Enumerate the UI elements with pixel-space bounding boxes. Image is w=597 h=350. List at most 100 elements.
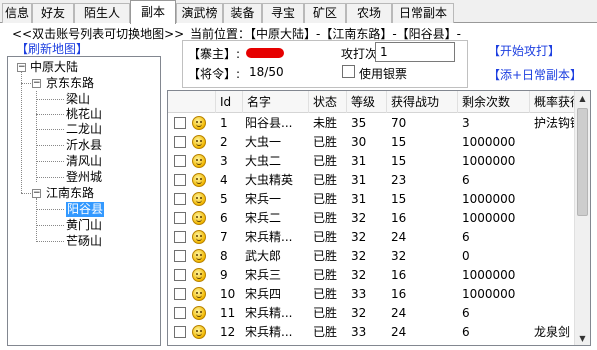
tree-line <box>36 177 64 178</box>
row-checkbox[interactable] <box>174 231 186 243</box>
scroll-thumb[interactable] <box>577 108 588 216</box>
tree-node-map[interactable]: 黄门山 <box>66 218 102 233</box>
col-status[interactable]: 状态 <box>309 91 347 113</box>
scroll-down-icon[interactable]: ▼ <box>575 331 590 345</box>
enemy-table[interactable]: Id 名字 状态 等级 获得战功 剩余次数 概率获得 1阳谷县...未胜3570… <box>167 90 591 346</box>
table-header: Id 名字 状态 等级 获得战功 剩余次数 概率获得 <box>168 91 576 113</box>
cell-status: 已胜 <box>313 211 338 225</box>
table-scrollbar[interactable]: ▲ ▼ <box>574 91 590 345</box>
use-silver-label[interactable]: 使用银票 <box>359 65 407 82</box>
col-id[interactable]: Id <box>216 91 243 113</box>
col-remain[interactable]: 剩余次数 <box>458 91 530 113</box>
add-daily-dungeon-button[interactable]: 【添+日常副本】 <box>488 66 582 83</box>
tab-equipment[interactable]: 装备 <box>223 3 262 23</box>
tree-node-map[interactable]: 芒砀山 <box>66 234 102 249</box>
scroll-up-icon[interactable]: ▲ <box>575 91 590 107</box>
table-row[interactable]: 12 宋兵精... 已胜 33 24 6 龙泉剑 <box>168 323 576 341</box>
tree-node-group[interactable]: 江南东路 <box>46 186 94 201</box>
tab-mine[interactable]: 矿区 <box>304 3 346 23</box>
owner-name-redacted <box>246 48 284 58</box>
tab-arena[interactable]: 演武榜 <box>176 3 223 23</box>
cell-status: 未胜 <box>313 116 338 130</box>
tree-line <box>36 129 64 130</box>
cell-merit: 16 <box>391 211 407 225</box>
row-checkbox[interactable] <box>174 307 186 319</box>
cell-drop <box>534 171 576 189</box>
tab-daily-dungeon[interactable]: 日常副本 <box>392 3 454 23</box>
cell-drop: 护法钩镰 <box>534 116 576 130</box>
cell-remain: 1000000 <box>462 211 516 225</box>
col-drop[interactable]: 概率获得 <box>530 91 576 113</box>
cell-name: 武大郎 <box>245 249 282 263</box>
col-merit[interactable]: 获得战功 <box>387 91 458 113</box>
cell-id: 7 <box>220 230 228 244</box>
cell-remain: 1000000 <box>462 135 516 149</box>
cell-name: 宋兵四 <box>245 287 282 301</box>
use-silver-checkbox[interactable] <box>342 65 355 78</box>
tab-farm[interactable]: 农场 <box>346 3 392 23</box>
col-level[interactable]: 等级 <box>347 91 387 113</box>
table-row[interactable]: 11 宋兵精... 已胜 32 24 6 <box>168 304 576 322</box>
cell-id: 9 <box>220 268 228 282</box>
tree-node-group[interactable]: 京东东路 <box>46 76 94 91</box>
attack-count-input[interactable]: 1 <box>375 42 455 62</box>
tree-collapse-group[interactable]: − <box>32 79 41 88</box>
tab-strangers[interactable]: 陌生人 <box>74 3 130 23</box>
refresh-map-link[interactable]: 【刷新地图】 <box>16 40 88 57</box>
table-row[interactable]: 5 宋兵一 已胜 31 15 1000000 <box>168 190 576 208</box>
row-checkbox[interactable] <box>174 136 186 148</box>
tree-line <box>36 198 37 242</box>
cell-level: 31 <box>351 192 367 206</box>
tab-friends[interactable]: 好友 <box>32 3 74 23</box>
tree-node-map[interactable]: 登州城 <box>66 170 102 185</box>
cell-status: 已胜 <box>313 249 338 263</box>
tree-collapse-root[interactable]: − <box>17 63 26 72</box>
start-attack-button[interactable]: 【开始攻打】 <box>488 42 560 59</box>
table-row[interactable]: 6 宋兵二 已胜 32 16 1000000 <box>168 209 576 227</box>
cell-status: 已胜 <box>313 268 338 282</box>
table-row[interactable]: 4 大虫精英 已胜 31 23 6 <box>168 171 576 189</box>
cell-level: 32 <box>351 268 367 282</box>
row-checkbox[interactable] <box>174 117 186 129</box>
tree-node-map[interactable]: 梁山 <box>66 92 90 107</box>
tree-node-map[interactable]: 二龙山 <box>66 122 102 137</box>
cell-merit: 16 <box>391 268 407 282</box>
cell-name: 宋兵一 <box>245 192 282 206</box>
table-row[interactable]: 1 阳谷县... 未胜 35 70 3 护法钩镰 <box>168 114 576 132</box>
tree-node-map[interactable]: 清风山 <box>66 154 102 169</box>
row-checkbox[interactable] <box>174 155 186 167</box>
cell-name: 大虫二 <box>245 154 282 168</box>
table-row[interactable]: 7 宋兵精... 已胜 32 24 6 <box>168 228 576 246</box>
table-row[interactable]: 10 宋兵四 已胜 33 16 1000000 <box>168 285 576 303</box>
smiley-icon <box>192 173 206 187</box>
tab-info[interactable]: 信息 <box>2 3 32 23</box>
cell-drop <box>534 304 576 322</box>
tree-node-map[interactable]: 桃花山 <box>66 107 102 122</box>
row-checkbox[interactable] <box>174 269 186 281</box>
table-row[interactable]: 9 宋兵三 已胜 32 16 1000000 <box>168 266 576 284</box>
cell-merit: 24 <box>391 230 407 244</box>
tree-node-root[interactable]: 中原大陆 <box>30 60 78 75</box>
tab-dungeon[interactable]: 副本 <box>130 0 176 24</box>
row-checkbox[interactable] <box>174 193 186 205</box>
tree-collapse-group[interactable]: − <box>32 189 41 198</box>
row-checkbox[interactable] <box>174 288 186 300</box>
tree-node-map-selected[interactable]: 阳谷县 <box>66 202 105 217</box>
row-checkbox[interactable] <box>174 174 186 186</box>
row-checkbox[interactable] <box>174 212 186 224</box>
cell-remain: 0 <box>462 249 470 263</box>
cell-remain: 1000000 <box>462 268 516 282</box>
table-row[interactable]: 3 大虫二 已胜 31 15 1000000 <box>168 152 576 170</box>
col-name[interactable]: 名字 <box>243 91 309 113</box>
map-tree[interactable]: − 中原大陆 − 京东东路 梁山 桃花山 二龙山 沂水县 清风山 登州城 − 江… <box>7 56 161 346</box>
table-row[interactable]: 2 大虫一 已胜 30 15 1000000 <box>168 133 576 151</box>
cell-name: 宋兵精... <box>245 306 293 320</box>
tree-line <box>36 99 64 100</box>
row-checkbox[interactable] <box>174 250 186 262</box>
tab-treasure[interactable]: 寻宝 <box>262 3 304 23</box>
tree-node-map[interactable]: 沂水县 <box>66 138 102 153</box>
table-row[interactable]: 8 武大郎 已胜 32 32 0 <box>168 247 576 265</box>
smiley-icon <box>192 230 206 244</box>
row-checkbox[interactable] <box>174 326 186 338</box>
smiley-icon <box>192 306 206 320</box>
